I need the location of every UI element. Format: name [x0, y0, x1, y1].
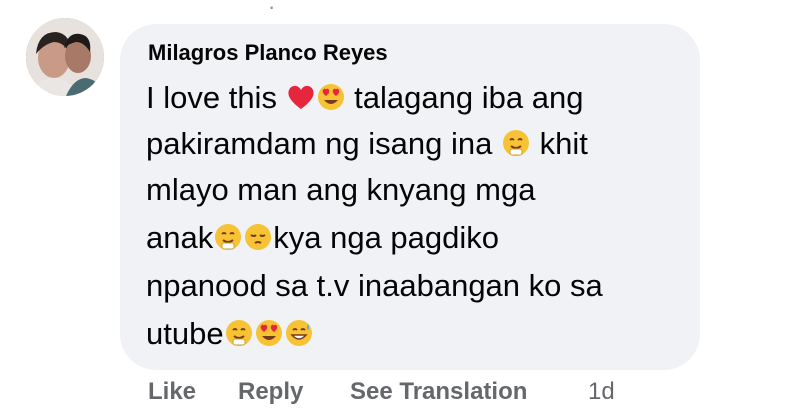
comment-text: khit [530, 126, 588, 161]
comment-text: talagang iba ang [345, 80, 584, 115]
comment-line-1: I love this talagang iba ang [146, 78, 583, 118]
comment-line-2: pakiramdam ng isang ina khit [146, 124, 588, 164]
grinning-sweat-emoji-icon [284, 318, 314, 348]
comment-author[interactable]: Milagros Planco Reyes [148, 40, 388, 66]
like-button[interactable]: Like [148, 378, 196, 406]
comment-line-4: anak kya nga pagdiko [146, 218, 499, 258]
reply-button[interactable]: Reply [238, 378, 303, 406]
comment-text: kya nga pagdiko [273, 220, 500, 255]
comment-line-6: utube [146, 314, 314, 354]
previous-comment-fragment: · [268, 0, 278, 19]
comment-text: npanood sa t.v inaabangan ko sa [146, 268, 603, 303]
smiling-hearts-emoji-icon [501, 128, 531, 158]
smiling-hearts-emoji-icon [224, 318, 254, 348]
avatar[interactable] [26, 18, 104, 96]
comment-line-3: mlayo man ang knyang mga [146, 170, 535, 210]
comment-text: pakiramdam ng isang ina [146, 126, 501, 161]
comment-text: anak [146, 220, 214, 255]
smiling-hearts-emoji-icon [213, 222, 243, 252]
comment-line-5: npanood sa t.v inaabangan ko sa [146, 266, 603, 306]
comment-timestamp[interactable]: 1d [588, 378, 615, 406]
heart-eyes-emoji-icon [316, 82, 346, 112]
pensive-emoji-icon [243, 222, 273, 252]
heart-eyes-emoji-icon [254, 318, 284, 348]
see-translation-button[interactable]: See Translation [350, 378, 527, 406]
comment-text: mlayo man ang knyang mga [146, 172, 536, 207]
red-heart-emoji-icon [286, 82, 316, 112]
comment-text: utube [146, 316, 224, 351]
comment-text: I love this [146, 80, 286, 115]
